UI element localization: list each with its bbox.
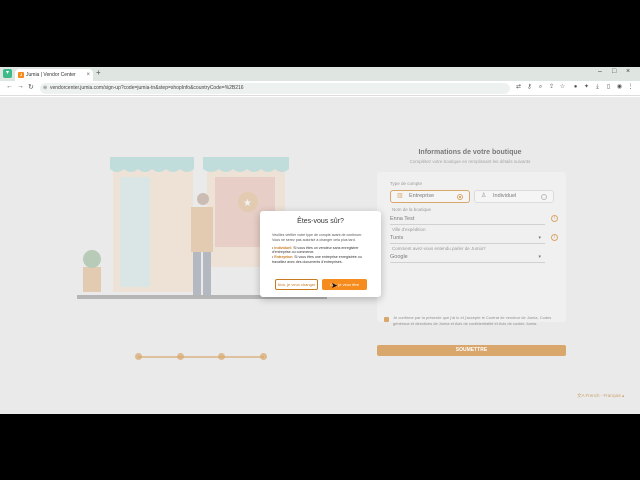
reload-icon[interactable]: ↻ <box>28 83 34 91</box>
address-toolbar: ← → ↻ ⊜ vendorcenter.jumia.com/sign-up?c… <box>0 81 640 96</box>
dialog-option-individuel: • Individuel: Si vous êtes un vendeur sa… <box>272 245 359 255</box>
minimize-icon[interactable]: – <box>598 68 602 75</box>
tab-title: Jumia | Vendor Center <box>26 72 76 78</box>
zoom-icon[interactable]: ⌕ <box>537 84 544 91</box>
tab-strip: ▾ J Jumia | Vendor Center × + – □ × <box>0 67 640 81</box>
change-type-button[interactable]: Non, je veux changer <box>275 279 318 290</box>
option-label: Entreprise: <box>274 255 294 260</box>
back-icon[interactable]: ← <box>6 83 13 90</box>
dialog-title: Êtes-vous sûr? <box>297 218 344 225</box>
dialog-option-entreprise: • Entreprise: Si vous êtes une entrepris… <box>272 255 362 264</box>
close-window-icon[interactable]: × <box>626 68 630 75</box>
address-bar[interactable]: ⊜ vendorcenter.jumia.com/sign-up?code=ju… <box>40 83 510 94</box>
browser-tab[interactable]: J Jumia | Vendor Center × <box>15 69 93 81</box>
sidebar-icon[interactable]: ▯ <box>605 84 612 91</box>
jumia-favicon-icon: J <box>18 72 24 78</box>
url-text: vendorcenter.jumia.com/sign-up?code=jumi… <box>50 85 244 91</box>
download-icon[interactable]: ⤓ <box>594 84 601 91</box>
option-label: Individuel: <box>274 245 293 250</box>
password-key-icon[interactable]: ⚷ <box>526 84 533 91</box>
dialog-message: Veuillez vérifier votre type de compte a… <box>272 233 363 242</box>
mouse-cursor-icon: ➤ <box>331 281 338 290</box>
puzzle-icon[interactable]: ✦ <box>583 84 590 91</box>
translate-icon[interactable]: ⇄ <box>515 84 522 91</box>
share-icon[interactable]: ⇪ <box>548 84 555 91</box>
browser-window: ▾ J Jumia | Vendor Center × + – □ × ← → … <box>0 67 640 414</box>
new-tab-button[interactable]: + <box>96 68 101 77</box>
extension-icon[interactable]: ● <box>572 84 579 91</box>
dialog-body: Veuillez vérifier votre type de compte a… <box>272 233 370 265</box>
confirm-button[interactable]: Oui, je veux être <box>322 279 367 290</box>
bookmark-star-icon[interactable]: ☆ <box>559 84 566 91</box>
maximize-icon[interactable]: □ <box>612 68 616 75</box>
menu-icon[interactable]: ⋮ <box>627 84 634 91</box>
site-info-icon[interactable]: ⊜ <box>43 83 47 94</box>
close-tab-icon[interactable]: × <box>86 69 90 81</box>
tab-search-icon[interactable]: ▾ <box>3 69 12 78</box>
forward-icon[interactable]: → <box>17 83 24 90</box>
profile-icon[interactable]: ◉ <box>616 84 623 91</box>
